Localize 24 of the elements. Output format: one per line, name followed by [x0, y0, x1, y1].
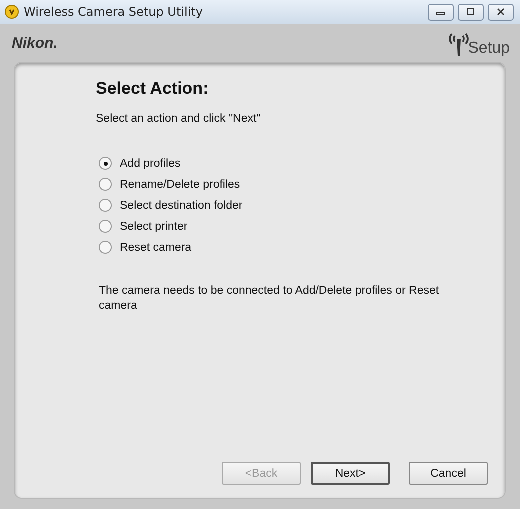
- maximize-icon: [466, 7, 476, 17]
- page-heading: Select Action:: [96, 79, 210, 99]
- close-button[interactable]: [488, 4, 514, 20]
- maximize-button[interactable]: [458, 4, 484, 20]
- radio-option[interactable]: Reset camera: [96, 241, 192, 254]
- radio-button[interactable]: [99, 157, 112, 170]
- radio-option[interactable]: Select printer: [96, 220, 188, 233]
- radio-button[interactable]: [99, 178, 112, 191]
- radio-option[interactable]: Rename/Delete profiles: [96, 178, 240, 191]
- window-title: Wireless Camera Setup Utility: [24, 5, 204, 19]
- setup-logo-text: Setup: [468, 41, 510, 57]
- radio-button[interactable]: [99, 220, 112, 233]
- instruction-text: Select an action and click "Next": [96, 113, 262, 125]
- wizard-button[interactable]: Cancel: [409, 462, 488, 485]
- close-icon: [496, 7, 506, 17]
- radio-button[interactable]: [99, 241, 112, 254]
- radio-button[interactable]: [99, 199, 112, 212]
- radio-option[interactable]: Add profiles: [96, 157, 181, 170]
- radio-option[interactable]: Select destination folder: [96, 199, 243, 212]
- minimize-button[interactable]: [428, 4, 454, 20]
- app-icon: [5, 5, 19, 19]
- wizard-button[interactable]: Next>: [311, 462, 390, 485]
- note-text: The camera needs to be connected to Add/Delete profiles or Reset camera: [99, 284, 440, 314]
- brand-logo: Nikon.: [12, 34, 58, 52]
